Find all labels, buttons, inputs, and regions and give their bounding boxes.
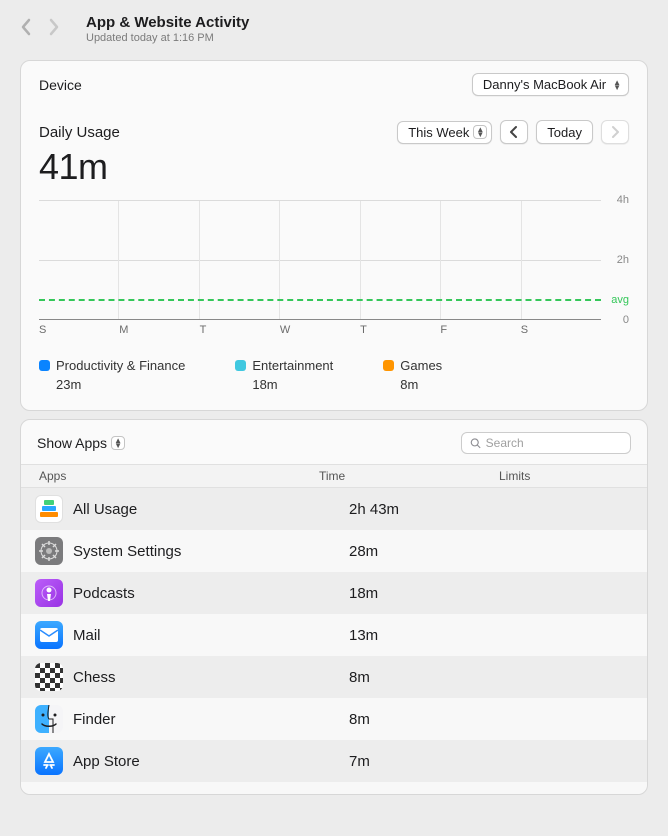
app-name: All Usage [73,501,349,518]
app-time: 8m [349,669,529,686]
settings-icon [35,537,63,565]
app-time: 13m [349,627,529,644]
app-time: 28m [349,543,529,560]
apps-filter-select[interactable]: Show Apps ▲▼ [37,435,125,451]
search-icon [470,437,482,450]
legend-swatch [39,360,50,371]
legend-time: 18m [252,377,333,392]
x-axis-label: S [521,324,601,336]
period-select[interactable]: This Week ▲▼ [397,121,492,144]
legend-time: 23m [56,377,185,392]
search-input-wrapper[interactable] [461,432,631,454]
app-name: App Store [73,753,349,770]
chart-day-column [360,201,440,319]
legend-item: Productivity & Finance 23m [39,358,185,392]
all-usage-icon [35,495,63,523]
total-usage-value: 41m [39,146,629,188]
app-name: Finder [73,711,349,728]
app-time: 18m [349,585,529,602]
chevron-updown-icon: ▲▼ [111,436,125,450]
chevron-updown-icon: ▲▼ [610,78,624,92]
x-axis-label: W [280,324,360,336]
x-axis-label: F [440,324,520,336]
app-row[interactable]: System Settings 28m [21,530,647,572]
column-header-limits[interactable]: Limits [499,469,629,483]
legend-label: Productivity & Finance [56,358,185,373]
back-button[interactable] [20,18,32,40]
app-time: 7m [349,753,529,770]
app-time: 8m [349,711,529,728]
mail-icon [35,621,63,649]
column-header-apps[interactable]: Apps [39,469,319,483]
x-axis-label: T [360,324,440,336]
legend-item: Entertainment 18m [235,358,333,392]
legend-swatch [235,360,246,371]
apps-list: All Usage 2h 43m System Settings 28m Pod… [21,488,647,794]
legend-swatch [383,360,394,371]
legend-label: Games [400,358,442,373]
apps-filter-label: Show Apps [37,435,107,451]
app-row[interactable]: App Store 7m [21,740,647,782]
chess-icon [35,663,63,691]
device-label: Device [39,77,82,93]
app-name: Podcasts [73,585,349,602]
page-subtitle: Updated today at 1:16 PM [86,32,648,44]
app-name: Mail [73,627,349,644]
chart-x-axis: SMTWTFS [39,324,629,336]
header: App & Website Activity Updated today at … [0,0,668,52]
x-axis-label: T [200,324,280,336]
today-button-label: Today [547,125,582,140]
legend-time: 8m [400,377,442,392]
chart-day-column [440,201,520,319]
device-selected-value: Danny's MacBook Air [483,77,606,92]
app-row[interactable]: Mail 13m [21,614,647,656]
chart-day-column [279,201,359,319]
today-button[interactable]: Today [536,120,593,144]
app-name: System Settings [73,543,349,560]
y-axis-label: 2h [617,254,629,266]
column-header-time[interactable]: Time [319,469,499,483]
podcasts-icon [35,579,63,607]
usage-panel: Device Danny's MacBook Air ▲▼ Daily Usag… [20,60,648,411]
chart-day-column [39,201,118,319]
app-time: 2h 43m [349,501,529,518]
app-row[interactable]: Finder 8m [21,698,647,740]
app-row[interactable]: Podcasts 18m [21,572,647,614]
x-axis-label: M [119,324,199,336]
app-name: Chess [73,669,349,686]
legend-item: Games 8m [383,358,442,392]
appstore-icon [35,747,63,775]
y-axis-label: 0 [623,314,629,326]
forward-button[interactable] [48,18,60,40]
next-period-button[interactable] [601,120,629,144]
legend-label: Entertainment [252,358,333,373]
avg-label: avg [611,294,629,306]
chart-day-column [521,201,601,319]
x-axis-label: S [39,324,119,336]
chart-day-column [199,201,279,319]
app-row-partial [21,782,647,794]
chart-legend: Productivity & Finance 23m Entertainment… [39,358,629,392]
app-row[interactable]: Chess 8m [21,656,647,698]
app-row[interactable]: All Usage 2h 43m [21,488,647,530]
apps-panel: Show Apps ▲▼ Apps Time Limits All Usage … [20,419,648,795]
chevron-updown-icon: ▲▼ [473,125,487,139]
device-select[interactable]: Danny's MacBook Air ▲▼ [472,73,629,96]
chart-day-column [118,201,198,319]
search-input[interactable] [486,436,622,450]
apps-table-header: Apps Time Limits [21,464,647,488]
finder-icon [35,705,63,733]
daily-usage-label: Daily Usage [39,124,120,141]
y-axis-label: 4h [617,194,629,206]
prev-period-button[interactable] [500,120,528,144]
page-title: App & Website Activity [86,14,648,31]
usage-chart: 4h2h0avg [39,200,629,320]
period-selected-value: This Week [408,125,469,140]
